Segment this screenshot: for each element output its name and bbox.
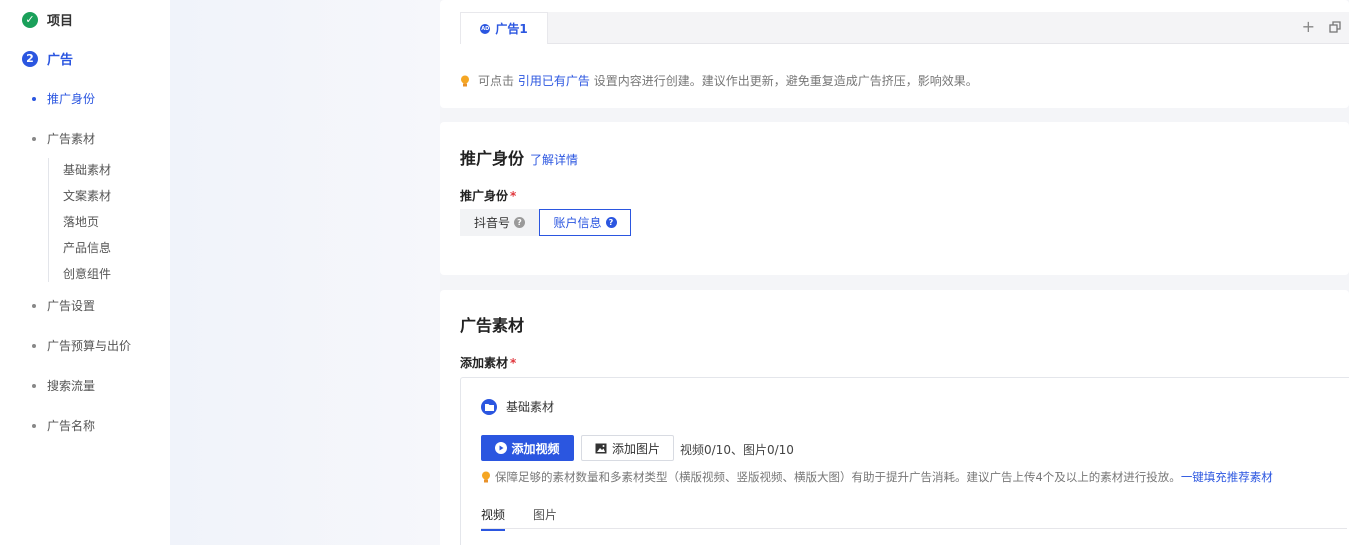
reference-tip: 可点击 引用已有广告 设置内容进行创建。建议作出更新，避免重复造成广告挤压，影响… bbox=[460, 72, 978, 89]
field-label-text: 添加素材 bbox=[460, 356, 509, 370]
bullet-icon bbox=[32, 383, 36, 388]
account-info-option[interactable]: 账户信息 ? bbox=[539, 209, 631, 236]
folder-icon bbox=[481, 398, 497, 415]
basic-material-header: 基础素材 bbox=[481, 398, 554, 415]
sidebar-item-label: 搜索流量 bbox=[47, 379, 96, 393]
tab-label: 广告1 bbox=[495, 22, 528, 36]
option-label: 账户信息 bbox=[553, 216, 602, 230]
tabs-divider bbox=[481, 528, 1347, 529]
lightbulb-icon bbox=[461, 75, 469, 86]
sidebar-item-name[interactable]: 广告名称 bbox=[32, 417, 95, 434]
required-mark: * bbox=[510, 189, 517, 203]
material-title: 广告素材 bbox=[460, 316, 525, 335]
sidebar-item-identity[interactable]: 推广身份 bbox=[32, 90, 95, 107]
sidebar-subitem-creative[interactable]: 创意组件 bbox=[63, 265, 111, 282]
sidebar-item-material[interactable]: 广告素材 bbox=[32, 130, 95, 147]
reference-ad-link[interactable]: 引用已有广告 bbox=[518, 72, 590, 89]
ad-tabs-card: AD 广告1 + 可点击 引用已有广告 设置内容进行创建。建议作出更新，避免重复… bbox=[440, 0, 1349, 108]
lightbulb-icon bbox=[482, 471, 490, 483]
copy-icon[interactable] bbox=[1329, 21, 1341, 33]
section-label: 基础素材 bbox=[506, 400, 555, 414]
option-label: 抖音号 bbox=[473, 216, 510, 230]
sidebar-subitem-landing[interactable]: 落地页 bbox=[63, 213, 99, 230]
check-icon: ✓ bbox=[22, 11, 38, 28]
sidebar-item-label: 广告名称 bbox=[47, 419, 96, 433]
help-icon[interactable]: ? bbox=[514, 217, 525, 228]
bullet-icon bbox=[32, 136, 36, 141]
required-mark: * bbox=[510, 356, 517, 370]
field-label-text: 推广身份 bbox=[460, 189, 509, 203]
douyin-option[interactable]: 抖音号 ? bbox=[460, 209, 539, 236]
stage-label: 广告 bbox=[47, 53, 74, 68]
tip-text: 保障足够的素材数量和多素材类型（横版视频、竖版视频、横版大图）有助于提升广告消耗… bbox=[495, 470, 1181, 484]
sidebar-subitem-basic[interactable]: 基础素材 bbox=[63, 161, 111, 178]
stage-project[interactable]: ✓ 项目 bbox=[22, 10, 73, 29]
sidebar-item-label: 广告素材 bbox=[47, 132, 96, 146]
material-count: 视频0/10、图片0/10 bbox=[680, 443, 794, 457]
play-icon bbox=[495, 442, 508, 454]
button-label: 添加视频 bbox=[511, 441, 560, 456]
sidebar-item-label: 推广身份 bbox=[47, 92, 96, 106]
sidebar: ✓ 项目 2 广告 推广身份 广告素材 基础素材 文案素材 落地页 产品信息 创… bbox=[0, 0, 170, 545]
sidebar-item-search[interactable]: 搜索流量 bbox=[32, 377, 95, 394]
sidebar-item-label: 广告预算与出价 bbox=[47, 339, 132, 353]
ad-tabs-bar: AD 广告1 + bbox=[460, 12, 1349, 44]
image-icon bbox=[595, 443, 607, 453]
bullet-icon bbox=[32, 303, 36, 308]
add-tab-icon[interactable]: + bbox=[1302, 19, 1315, 35]
sidebar-subitem-product[interactable]: 产品信息 bbox=[63, 239, 111, 256]
identity-title: 推广身份 了解详情 bbox=[460, 145, 578, 169]
identity-field-label: 推广身份 * bbox=[460, 187, 516, 204]
identity-card: 推广身份 了解详情 推广身份 * 抖音号 ? 账户信息 ? bbox=[440, 122, 1349, 275]
ad-icon: AD bbox=[480, 23, 491, 34]
bullet-icon bbox=[32, 423, 36, 428]
step-number-icon: 2 bbox=[22, 50, 38, 67]
sidebar-item-settings[interactable]: 广告设置 bbox=[32, 297, 95, 314]
sidebar-subitem-copy[interactable]: 文案素材 bbox=[63, 187, 111, 204]
add-video-button[interactable]: 添加视频 bbox=[481, 435, 574, 461]
tip-text: 设置内容进行创建。建议作出更新，避免重复造成广告挤压，影响效果。 bbox=[593, 74, 978, 88]
content-gutter bbox=[170, 0, 440, 545]
material-card: 广告素材 添加素材* 基础素材 添加视频 添加图片 视频0/10、图片0/10 bbox=[440, 290, 1349, 545]
help-icon[interactable]: ? bbox=[605, 217, 617, 228]
sidebar-item-budget[interactable]: 广告预算与出价 bbox=[32, 337, 131, 354]
stage-ad[interactable]: 2 广告 bbox=[22, 49, 73, 68]
bullet-icon bbox=[32, 96, 36, 101]
tip-text: 可点击 bbox=[478, 74, 515, 88]
bullet-icon bbox=[32, 343, 36, 348]
stage-label: 项目 bbox=[47, 14, 74, 29]
material-box: 基础素材 添加视频 添加图片 视频0/10、图片0/10 保障足够的素材数量和多… bbox=[460, 377, 1349, 545]
subnav-divider bbox=[48, 158, 49, 282]
material-field-label: 添加素材 * bbox=[460, 354, 516, 371]
autofill-material-link[interactable]: 一键填充推荐素材 bbox=[1181, 469, 1273, 485]
section-title: 推广身份 bbox=[460, 149, 525, 168]
material-tip: 保障足够的素材数量和多素材类型（横版视频、竖版视频、横版大图）有助于提升广告消耗… bbox=[481, 469, 1273, 485]
button-label: 添加图片 bbox=[611, 441, 660, 456]
learn-more-link[interactable]: 了解详情 bbox=[530, 153, 578, 167]
add-image-button[interactable]: 添加图片 bbox=[581, 435, 674, 461]
tab-ad-1[interactable]: AD 广告1 bbox=[460, 12, 548, 44]
sidebar-item-label: 广告设置 bbox=[47, 299, 96, 313]
